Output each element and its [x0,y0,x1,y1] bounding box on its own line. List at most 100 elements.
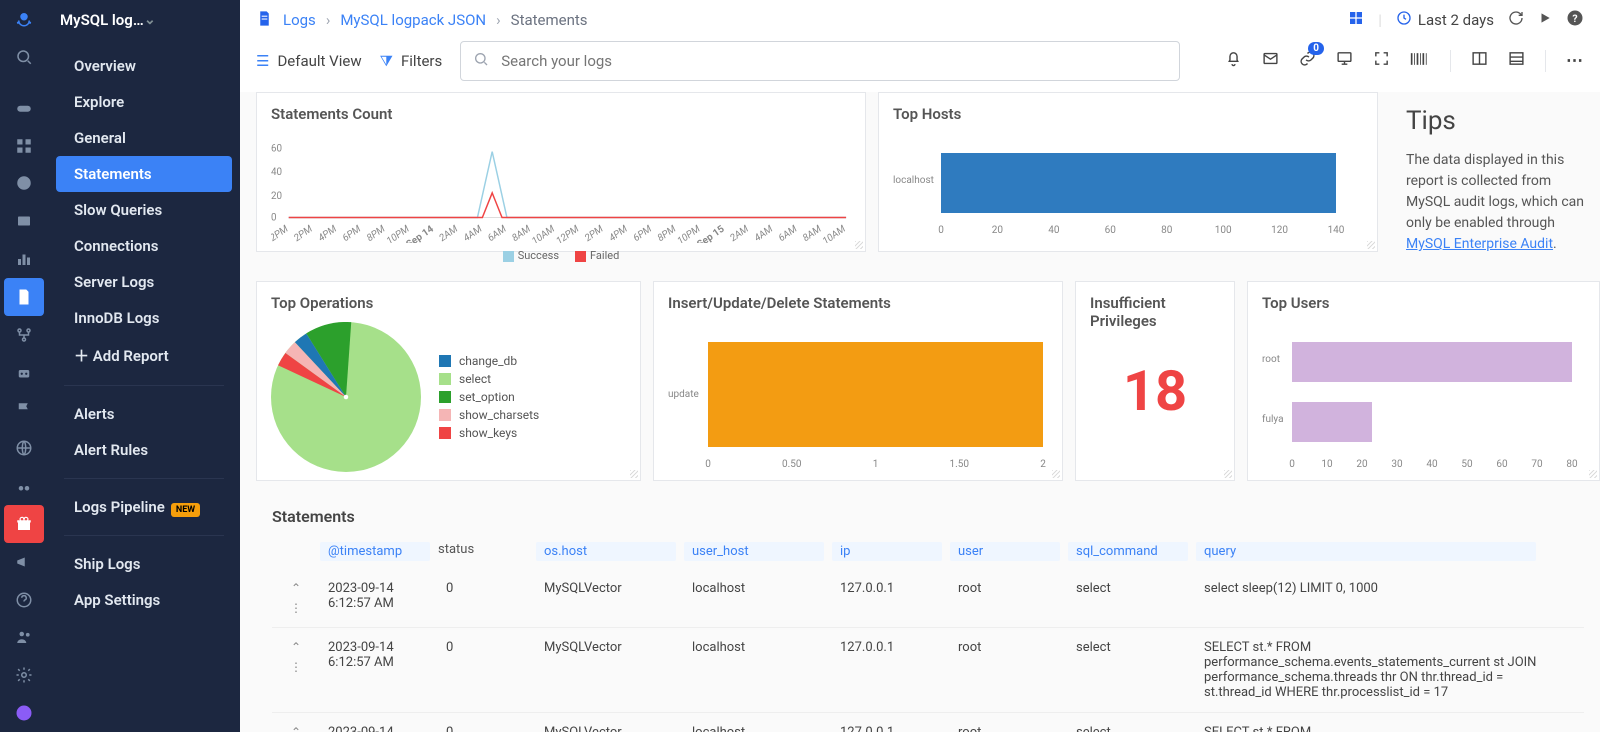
table-header: @timestamp status os.host user_host ip u… [272,538,1584,569]
svg-text:8PM: 8PM [365,223,388,243]
col-status[interactable]: status [438,542,528,561]
col-userhost[interactable]: user_host [684,542,824,561]
sidebar-item-logs-pipeline[interactable]: Logs PipelineNEW [56,489,232,525]
branch-icon[interactable] [4,316,44,354]
svg-text:4PM: 4PM [316,223,339,243]
panel-title: Top Users [1262,294,1585,312]
globe-icon[interactable] [4,429,44,467]
users-icon[interactable] [4,618,44,656]
col-oshost[interactable]: os.host [536,542,676,561]
sidebar-item-app-settings[interactable]: App Settings [56,582,232,618]
svg-text:root: root [1262,354,1280,365]
row-expand-icon[interactable]: ⌃⋮ [272,725,320,732]
panel-title: Statements Count [271,105,851,123]
svg-text:0: 0 [1289,459,1295,470]
col-query[interactable]: query [1196,542,1536,561]
svg-text:20: 20 [1356,459,1368,470]
robot-icon[interactable] [4,354,44,392]
sidebar-item-innodb-logs[interactable]: InnoDB Logs [56,300,232,336]
settings-gear-icon[interactable] [4,656,44,694]
avatar-icon[interactable] [4,694,44,732]
app-title[interactable]: MySQL logpack JS… ⌄ [48,0,240,40]
document-icon[interactable] [4,278,44,316]
pie-legend: change_dbselectset_optionshow_charsetssh… [439,350,539,444]
more-icon[interactable]: ⋯ [1566,51,1584,71]
help-icon[interactable] [4,581,44,619]
sidebar-item-alerts[interactable]: Alerts [56,396,232,432]
search-icon[interactable] [4,38,44,76]
filters-button[interactable]: ⧩Filters [380,52,443,70]
svg-text:50: 50 [1461,459,1473,470]
refresh-icon[interactable] [1508,10,1524,30]
svg-text:0.50: 0.50 [782,459,802,470]
grid-icon[interactable] [4,127,44,165]
monitor-icon[interactable] [1336,50,1353,72]
col-timestamp[interactable]: @timestamp [320,542,430,561]
col-ip[interactable]: ip [832,542,942,561]
flag-icon[interactable] [4,392,44,430]
time-range-picker[interactable]: Last 2 days [1396,10,1494,30]
link-icon[interactable]: 0 [1299,50,1316,72]
svg-text:12PM: 12PM [271,223,291,243]
sidebar-item-statements[interactable]: Statements [56,156,232,192]
svg-text:8AM: 8AM [801,223,824,243]
search-icon [473,51,489,71]
brand-octopus-icon[interactable] [4,0,44,38]
panel-statements-count: Statements Count 6040200 12PM2PM4PM6PM8P… [256,92,866,252]
svg-text:10AM: 10AM [530,223,558,243]
sidebar-item-overview[interactable]: Overview [56,48,232,84]
tips-link[interactable]: MySQL Enterprise Audit [1406,236,1553,252]
bell-icon[interactable] [1225,50,1242,72]
panel-title: Top Hosts [893,105,1363,123]
table-icon[interactable] [1508,50,1525,72]
gift-icon[interactable] [4,505,44,543]
alert-circle-icon[interactable] [4,165,44,203]
table-row[interactable]: ⌃⋮2023-09-146:12:57 AM0MySQLVectorlocalh… [272,628,1584,713]
svg-text:120: 120 [1271,225,1288,236]
sidebar-item-server-logs[interactable]: Server Logs [56,264,232,300]
help-icon[interactable]: ? [1566,9,1584,31]
sidebar-item-alert-rules[interactable]: Alert Rules [56,432,232,468]
barcode-icon[interactable] [1410,51,1430,71]
svg-text:fulya: fulya [1262,413,1284,425]
table-row[interactable]: ⌃⋮2023-09-146:12:57 AM0MySQLVectorlocalh… [272,713,1584,732]
search-input-wrapper[interactable] [460,41,1180,81]
megaphone-icon[interactable] [4,543,44,581]
add-report-button[interactable]: ＋ Add Report [56,336,232,375]
archive-icon[interactable] [4,202,44,240]
logs-pipeline-label: Logs Pipeline [74,498,165,516]
mail-icon[interactable] [1262,50,1279,72]
breadcrumb-parent[interactable]: MySQL logpack JSON [340,11,486,29]
search-input[interactable] [499,51,1167,71]
row-expand-icon[interactable]: ⌃⋮ [272,640,320,700]
svg-text:80: 80 [1161,225,1173,236]
chart-legend: Success Failed [271,249,851,262]
sidebar: MySQL logpack JS… ⌄ Overview Explore Gen… [48,0,240,732]
incognito-icon[interactable] [4,467,44,505]
priv-count: 18 [1090,358,1220,424]
sidebar-item-connections[interactable]: Connections [56,228,232,264]
game-controller-icon[interactable] [4,89,44,127]
svg-text:40: 40 [1048,225,1060,236]
table-row[interactable]: ⌃⋮2023-09-146:12:57 AM0MySQLVectorlocalh… [272,569,1584,628]
view-label: Default View [277,52,361,70]
sidebar-item-slow-queries[interactable]: Slow Queries [56,192,232,228]
col-user[interactable]: user [950,542,1060,561]
icon-rail [0,0,48,732]
svg-text:60: 60 [1496,459,1508,470]
col-sqlcommand[interactable]: sql_command [1068,542,1188,561]
columns-icon[interactable] [1471,50,1488,72]
breadcrumb-root[interactable]: Logs [283,11,316,29]
sidebar-item-ship-logs[interactable]: Ship Logs [56,546,232,582]
bar-chart-icon[interactable] [4,240,44,278]
svg-text:update: update [668,389,699,400]
row-expand-icon[interactable]: ⌃⋮ [272,581,320,615]
link-badge: 0 [1308,42,1324,55]
apps-grid-icon[interactable] [1348,10,1364,30]
fullscreen-icon[interactable] [1373,50,1390,72]
play-icon[interactable] [1538,11,1552,29]
view-selector[interactable]: ☰Default View [256,52,362,70]
page-icon [256,10,273,31]
sidebar-item-explore[interactable]: Explore [56,84,232,120]
sidebar-item-general[interactable]: General [56,120,232,156]
